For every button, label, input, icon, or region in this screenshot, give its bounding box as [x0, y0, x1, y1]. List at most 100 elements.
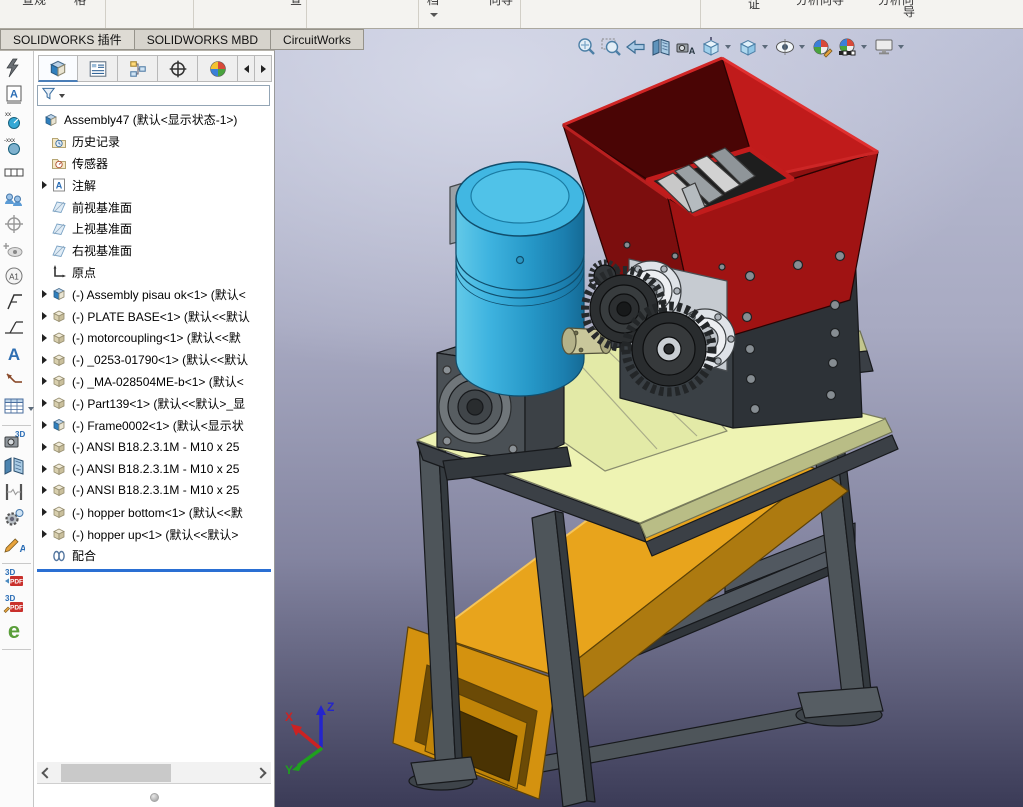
tree-item[interactable]: (-) hopper up<1> (默认<<默认> [37, 523, 273, 545]
leader-button[interactable] [1, 370, 31, 395]
panel-tab-configurationmanager[interactable] [118, 55, 158, 82]
expand-arrow-icon[interactable] [37, 181, 51, 189]
3d-view-capture-button[interactable]: 3D [1, 430, 31, 455]
origin-icon [51, 264, 68, 280]
auto-dimension-button[interactable] [1, 58, 31, 83]
surface-finish-button[interactable] [1, 292, 31, 317]
edrawings-button[interactable]: e [1, 620, 31, 645]
annotation-edit-button[interactable]: A [1, 534, 31, 559]
edit-appearance-button[interactable] [811, 35, 833, 59]
tree-item[interactable]: (-) _MA-028504ME-b<1> (默认< [37, 371, 273, 393]
tree-item[interactable]: (-) hopper bottom<1> (默认<<默 [37, 501, 273, 523]
tree-item[interactable]: (-) Frame0002<1> (默认<显示状 [37, 414, 273, 436]
break-view-button[interactable] [1, 482, 31, 507]
panel-tab-scroll-left-button[interactable] [238, 55, 255, 82]
scroll-right-icon[interactable] [255, 767, 266, 778]
panel-splitter-handle[interactable] [150, 793, 159, 802]
ribbon-tab-0[interactable]: SOLIDWORKS 插件 [0, 29, 135, 50]
dropdown-caret-icon[interactable] [898, 45, 904, 49]
datum-target-button[interactable] [1, 214, 31, 239]
tree-item[interactable]: 前视基准面 [37, 196, 273, 218]
tree-item-label: (-) Part139<1> (默认<<默认>_显 [72, 395, 245, 412]
copy-scheme-button[interactable]: A1 [1, 266, 31, 291]
section-view-tool-button[interactable] [1, 456, 31, 481]
expand-arrow-icon[interactable] [37, 312, 51, 320]
geometric-heads-button[interactable] [1, 188, 31, 213]
datum-target-icon [1, 213, 25, 240]
zoom-to-fit-button[interactable] [575, 35, 597, 59]
tree-item[interactable]: 右视基准面 [37, 240, 273, 262]
dropdown-caret-icon[interactable] [725, 45, 731, 49]
svg-text:PDF: PDF [10, 579, 23, 586]
zoom-to-area-button[interactable] [600, 35, 622, 59]
dropdown-caret-icon[interactable] [28, 407, 34, 411]
ribbon-tab-1[interactable]: SOLIDWORKS MBD [135, 29, 271, 50]
expand-arrow-icon[interactable] [37, 530, 51, 538]
tree-item[interactable]: (-) motorcoupling<1> (默认<<默 [37, 327, 273, 349]
rollback-bar[interactable] [37, 569, 271, 572]
tree-item[interactable]: (-) Assembly pisau ok<1> (默认< [37, 283, 273, 305]
note-a-button[interactable]: A [1, 344, 31, 369]
tree-item[interactable]: 上视基准面 [37, 218, 273, 240]
filter-dropdown-icon[interactable] [59, 94, 65, 98]
mbd-vertical-toolbar: Axx-xxxA1A3DA3DPDF3DPDFe [0, 51, 34, 807]
dropdown-caret-icon[interactable] [762, 45, 768, 49]
hide-show-items-button[interactable] [774, 35, 808, 59]
expand-arrow-icon[interactable] [37, 399, 51, 407]
tree-horizontal-scrollbar[interactable] [37, 762, 271, 784]
filter-funnel-icon[interactable] [41, 86, 56, 106]
expand-arrow-icon[interactable] [37, 486, 51, 494]
scrollbar-track[interactable] [55, 764, 253, 782]
tree-item[interactable]: 历史记录 [37, 131, 273, 153]
view-settings-button[interactable] [873, 35, 907, 59]
3d-pdf-template-button[interactable]: 3DPDF [1, 594, 31, 619]
tree-item[interactable]: 原点 [37, 262, 273, 284]
expand-arrow-icon[interactable] [37, 443, 51, 451]
apply-scene-button[interactable] [836, 35, 870, 59]
dropdown-caret-icon[interactable] [799, 45, 805, 49]
graphics-viewport[interactable]: A Z X Y [275, 29, 1023, 807]
tree-item[interactable]: 配合 [37, 545, 273, 567]
tree-item[interactable]: (-) Part139<1> (默认<<默认>_显 [37, 392, 273, 414]
view-orientation-button[interactable] [700, 35, 734, 59]
tree-item[interactable]: (-) PLATE BASE<1> (默认<<默认 [37, 305, 273, 327]
tree-item[interactable]: (-) _0253-01790<1> (默认<<默认 [37, 349, 273, 371]
panel-tab-propertymanager[interactable] [78, 55, 118, 82]
datum-feature-button[interactable] [1, 162, 31, 187]
3d-drawing-view-button[interactable]: A [675, 35, 697, 59]
expand-arrow-icon[interactable] [37, 377, 51, 385]
ribbon-tab-2[interactable]: CircuitWorks [271, 29, 364, 50]
expand-arrow-icon[interactable] [37, 290, 51, 298]
tolerance-status-button[interactable] [1, 240, 31, 265]
scrollbar-thumb[interactable] [61, 764, 171, 782]
expand-arrow-icon[interactable] [37, 465, 51, 473]
size-dimension-button[interactable]: xx [1, 110, 31, 135]
inspection-button[interactable] [1, 508, 31, 533]
basic-dimension-button[interactable]: -xxx [1, 136, 31, 161]
tree-filter[interactable] [37, 85, 270, 106]
tree-item[interactable]: A注解 [37, 174, 273, 196]
expand-arrow-icon[interactable] [37, 421, 51, 429]
tree-item[interactable]: 传感器 [37, 153, 273, 175]
expand-arrow-icon[interactable] [37, 508, 51, 516]
tree-item[interactable]: (-) ANSI B18.2.3.1M - M10 x 25 [37, 480, 273, 502]
expand-arrow-icon[interactable] [37, 356, 51, 364]
weld-symbol-button[interactable] [1, 318, 31, 343]
ribbon-dropdown-icon[interactable] [430, 13, 438, 17]
expand-arrow-icon[interactable] [37, 334, 51, 342]
dropdown-caret-icon[interactable] [861, 45, 867, 49]
tree-item[interactable]: Assembly47 (默认<显示状态-1>) [37, 109, 273, 131]
panel-tab-displaymanager[interactable] [198, 55, 238, 82]
section-view-button[interactable] [650, 35, 672, 59]
tree-item[interactable]: (-) ANSI B18.2.3.1M - M10 x 25 [37, 458, 273, 480]
previous-view-button[interactable] [625, 35, 647, 59]
tables-button[interactable] [1, 396, 31, 421]
scroll-left-icon[interactable] [41, 767, 52, 778]
note-box-button[interactable]: A [1, 84, 31, 109]
tree-item[interactable]: (-) ANSI B18.2.3.1M - M10 x 25 [37, 436, 273, 458]
3d-pdf-publish-button[interactable]: 3DPDF [1, 568, 31, 593]
display-style-button[interactable] [737, 35, 771, 59]
panel-tab-scroll-right-button[interactable] [255, 55, 272, 82]
panel-tab-featuremanager-design-tree[interactable] [38, 55, 78, 82]
panel-tab-dimxpertmanager[interactable] [158, 55, 198, 82]
